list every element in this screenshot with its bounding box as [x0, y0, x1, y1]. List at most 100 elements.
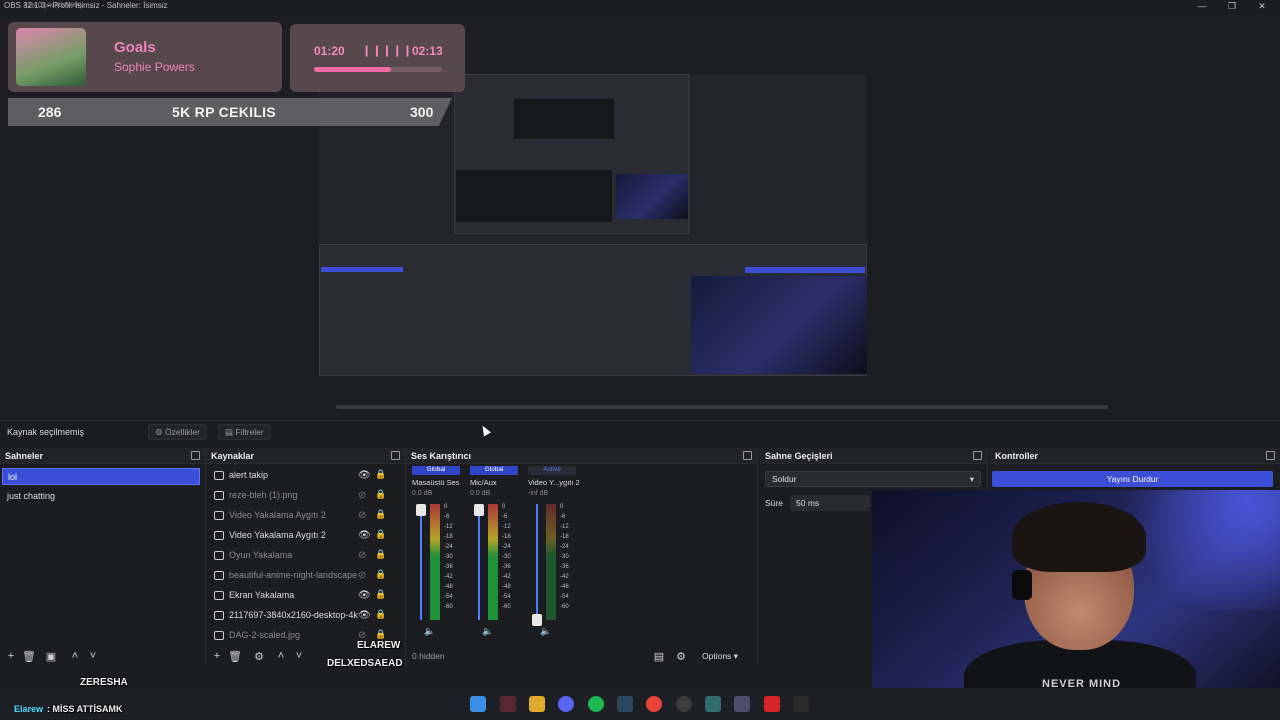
source-properties-icon[interactable]: ⚙ [252, 650, 266, 664]
db-tick-label: -42 [502, 574, 511, 580]
source-item[interactable]: beautiful-anime-night-landscape ⊘ 🔒 [206, 566, 404, 586]
source-item[interactable]: reze-bleh (1).png ⊘ 🔒 [206, 486, 404, 506]
app-icon[interactable] [705, 696, 721, 712]
stop-streaming-button[interactable]: Yayını Durdur [992, 471, 1273, 487]
channel-name[interactable]: Masaüstü Ses [412, 478, 460, 487]
scene-label: lol [8, 472, 18, 482]
lock-icon[interactable]: 🔒 [375, 529, 386, 540]
add-scene-icon[interactable]: + [4, 650, 18, 664]
mixer-header: Ses Karıştırıcı [406, 448, 757, 464]
undock-icon[interactable] [391, 451, 400, 460]
volume-slider[interactable] [478, 504, 480, 620]
channel-db: -inf dB [528, 490, 549, 497]
visibility-eye-icon[interactable]: 👁 [358, 590, 371, 601]
mixer-layout-icon[interactable]: ▤ [652, 650, 666, 664]
lock-icon[interactable]: 🔒 [375, 589, 386, 600]
app-icon[interactable] [500, 696, 516, 712]
lock-icon[interactable]: 🔒 [375, 489, 386, 500]
lock-icon[interactable]: 🔒 [375, 569, 386, 580]
source-item[interactable]: Video Yakalama Aygıtı 2 👁 🔒 [206, 526, 404, 546]
app-icon[interactable] [764, 696, 780, 712]
db-tick-label: -60 [502, 604, 511, 610]
maximize-icon[interactable]: ❐ [1222, 1, 1242, 13]
move-up-icon[interactable]: ˄ [274, 650, 288, 664]
duration-input[interactable]: 50 ms [790, 495, 870, 511]
speaker-icon[interactable]: 🔈 [482, 626, 493, 637]
song-artist: Sophie Powers [114, 60, 195, 74]
preview-scrollbar[interactable] [336, 405, 1108, 409]
lock-icon[interactable]: 🔒 [375, 609, 386, 620]
add-source-icon[interactable]: + [210, 650, 224, 664]
transition-select[interactable]: Soldur ▾ [765, 471, 981, 487]
db-tick-label: -24 [560, 544, 569, 550]
webcam-feed: NEVER MIND [872, 490, 1280, 720]
speaker-icon[interactable]: 🔈 [540, 626, 551, 637]
move-down-icon[interactable]: ˅ [86, 650, 100, 664]
channel-name[interactable]: Video Y...ygıtı 2 [528, 478, 580, 487]
channel-tag: Active [528, 466, 576, 475]
source-type-icon [214, 611, 224, 620]
scene-item-lol[interactable]: lol [2, 468, 200, 485]
steam-icon[interactable] [617, 696, 633, 712]
headset [1012, 570, 1032, 600]
spotify-icon[interactable] [588, 696, 604, 712]
speaker-icon[interactable]: 🔈 [424, 626, 435, 637]
visibility-hidden-icon[interactable]: ⊘ [358, 490, 366, 501]
nested-obs [456, 170, 612, 222]
properties-button[interactable]: ⚙ Özellikler [148, 424, 207, 440]
filters-label: Filtreler [235, 427, 264, 437]
lock-icon[interactable]: 🔒 [375, 549, 386, 560]
mixer-settings-icon[interactable]: ⚙ [674, 650, 688, 664]
remove-source-icon[interactable]: 🗑 [228, 650, 242, 664]
volume-knob[interactable] [474, 504, 484, 516]
lock-icon[interactable]: 🔒 [375, 469, 386, 480]
discord-icon[interactable] [558, 696, 574, 712]
source-item[interactable]: Video Yakalama Aygıtı 2 ⊘ 🔒 [206, 506, 404, 526]
app-icon[interactable] [793, 696, 809, 712]
scene-item-just-chatting[interactable]: just chatting [2, 488, 200, 505]
windows-start-icon[interactable] [470, 696, 486, 712]
app-icon[interactable] [734, 696, 750, 712]
obs-icon[interactable] [676, 696, 692, 712]
minimize-icon[interactable]: — [1192, 1, 1212, 13]
source-item[interactable]: alert takip 👁 🔒 [206, 466, 404, 486]
visibility-hidden-icon[interactable]: ⊘ [358, 550, 366, 561]
title-bar: OBS 32.1.0 - Profil: İsimsiz - Sahneler:… [0, 0, 1280, 14]
options-button[interactable]: Options ▾ [702, 651, 738, 662]
db-scale: 0 -6 -12 -18 -24 -30 -36 -42 -48 -54 -60 [444, 502, 453, 612]
close-icon[interactable]: ✕ [1252, 1, 1272, 13]
visibility-hidden-icon[interactable]: ⊘ [358, 510, 366, 521]
db-tick-label: -18 [502, 534, 511, 540]
source-item[interactable]: Ekran Yakalama 👁 🔒 [206, 586, 404, 606]
undock-icon[interactable] [743, 451, 752, 460]
volume-slider[interactable] [420, 504, 422, 620]
db-tick-label: 0 [502, 504, 506, 510]
visibility-hidden-icon[interactable]: ⊘ [358, 570, 366, 581]
scene-filters-icon[interactable]: ▣ [44, 650, 58, 664]
volume-knob[interactable] [532, 614, 542, 626]
volume-slider[interactable] [536, 504, 538, 620]
move-down-icon[interactable]: ˅ [292, 650, 306, 664]
lock-icon[interactable]: 🔒 [375, 629, 386, 640]
preview-area[interactable]: Goals Sophie Powers 01:20 ❙❙❙❙❙ 02:13 28… [0, 14, 1280, 418]
source-type-icon [214, 571, 224, 580]
db-tick-label: -60 [444, 604, 453, 610]
visibility-eye-icon[interactable]: 👁 [358, 530, 371, 541]
undock-icon[interactable] [973, 451, 982, 460]
remove-scene-icon[interactable]: 🗑 [22, 650, 36, 664]
file-explorer-icon[interactable] [529, 696, 545, 712]
lock-icon[interactable]: 🔒 [375, 509, 386, 520]
visibility-eye-icon[interactable]: 👁 [358, 610, 371, 621]
undock-icon[interactable] [191, 451, 200, 460]
volume-knob[interactable] [416, 504, 426, 516]
channel-name[interactable]: Mic/Aux [470, 478, 497, 487]
equalizer-icon: ❙❙❙❙❙ [362, 45, 414, 57]
db-tick-label: -48 [560, 584, 569, 590]
move-up-icon[interactable]: ˄ [68, 650, 82, 664]
chrome-icon[interactable] [646, 696, 662, 712]
source-item[interactable]: 2117697-3840x2160-desktop-4k 👁 🔒 [206, 606, 404, 626]
filters-button[interactable]: ▤ Filtreler [218, 424, 271, 440]
visibility-eye-icon[interactable]: 👁 [358, 470, 371, 481]
source-item[interactable]: Oyun Yakalama ⊘ 🔒 [206, 546, 404, 566]
undock-icon[interactable] [1266, 451, 1275, 460]
